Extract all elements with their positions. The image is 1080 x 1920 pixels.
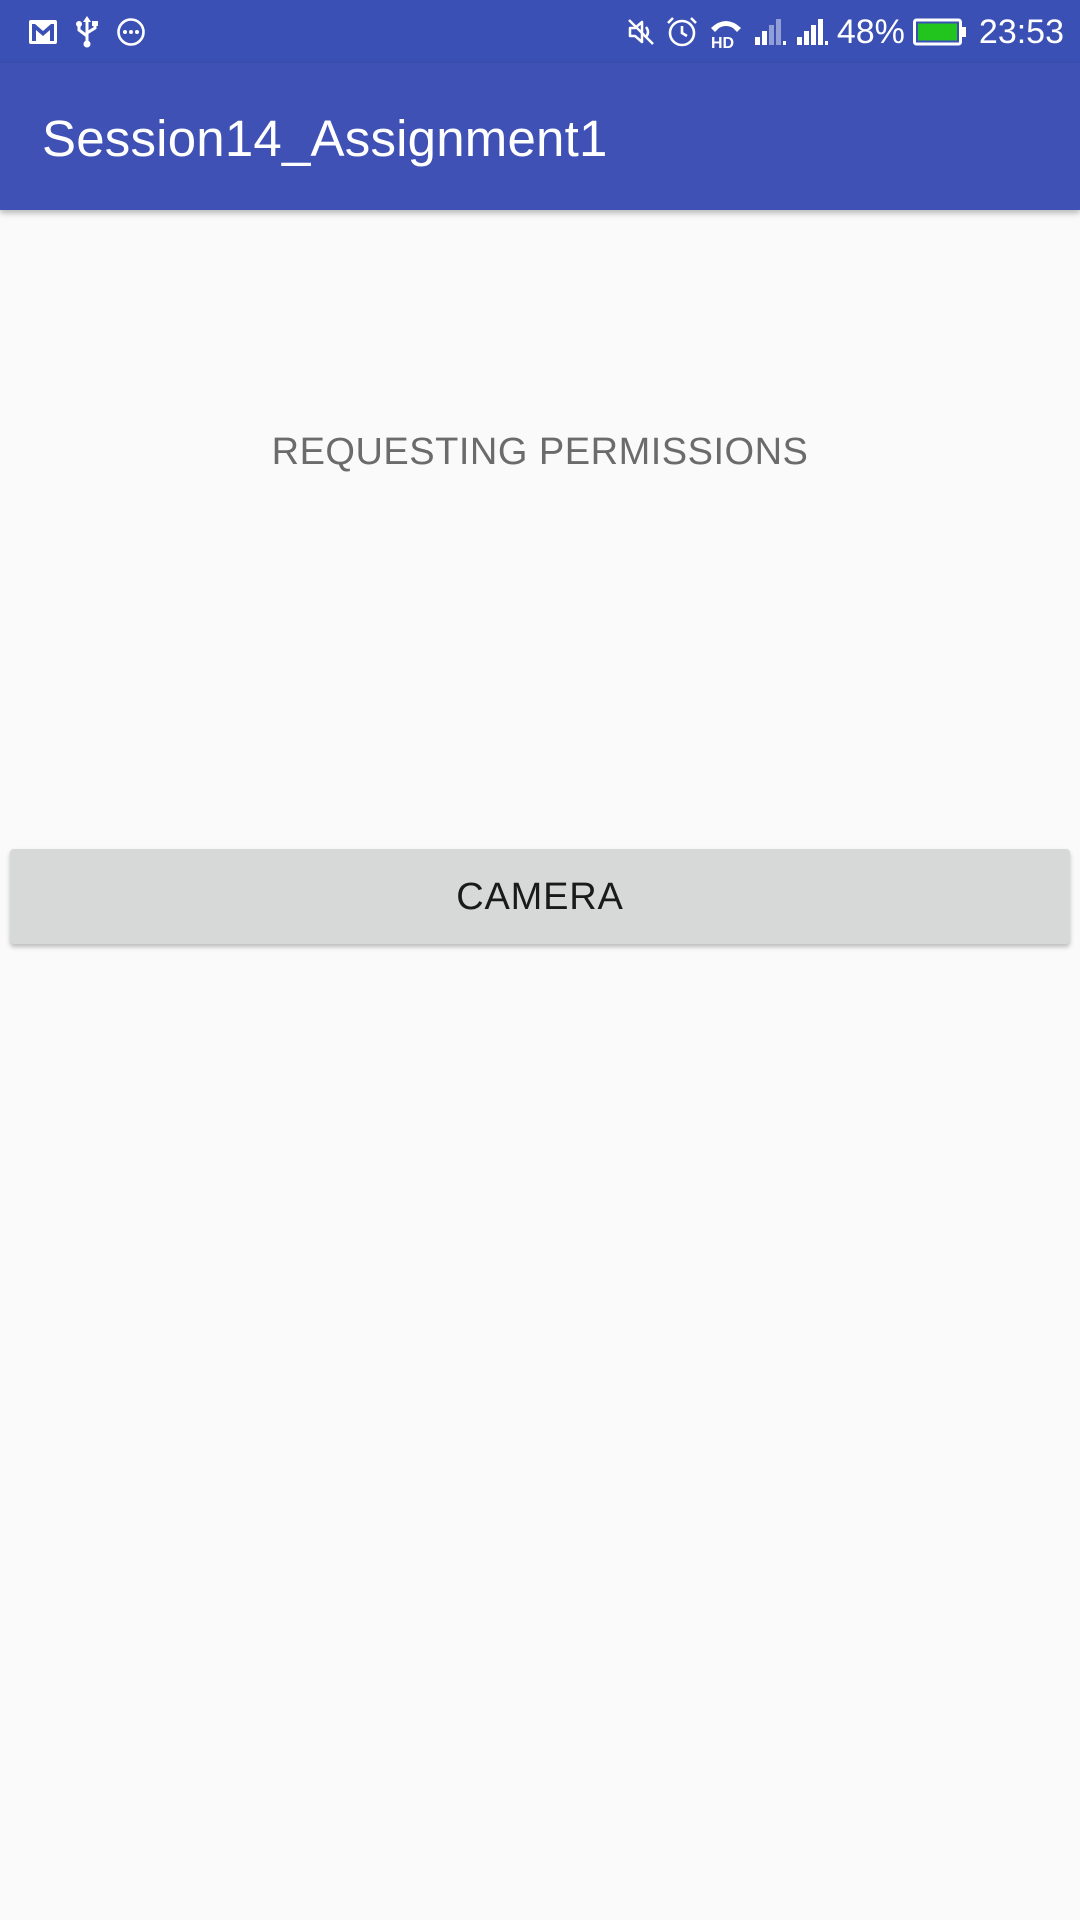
gmail-icon <box>28 19 58 45</box>
status-bar: HD 48% 23:53 <box>0 0 1080 63</box>
battery-percent: 48% <box>836 13 905 51</box>
camera-button[interactable]: CAMERA <box>10 849 1070 944</box>
app-title: Session14_Assignment1 <box>42 110 608 167</box>
signal-1-icon <box>753 17 787 47</box>
permission-status-text: REQUESTING PERMISSIONS <box>271 431 809 473</box>
app-bar: Session14_Assignment1 <box>0 63 1080 210</box>
status-bar-right: HD 48% 23:53 <box>625 10 1064 54</box>
more-icon <box>116 17 146 47</box>
alarm-icon <box>665 15 699 49</box>
mute-icon <box>625 16 657 48</box>
camera-button-label: CAMERA <box>456 875 624 918</box>
main-content: REQUESTING PERMISSIONS CAMERA <box>0 210 1080 1920</box>
signal-2-icon <box>795 17 829 47</box>
status-bar-left <box>28 14 146 50</box>
battery-icon <box>912 17 967 47</box>
svg-text:HD: HD <box>711 35 734 50</box>
clock: 23:53 <box>978 13 1064 51</box>
usb-icon <box>74 16 100 48</box>
hd-call-icon: HD <box>707 14 745 50</box>
